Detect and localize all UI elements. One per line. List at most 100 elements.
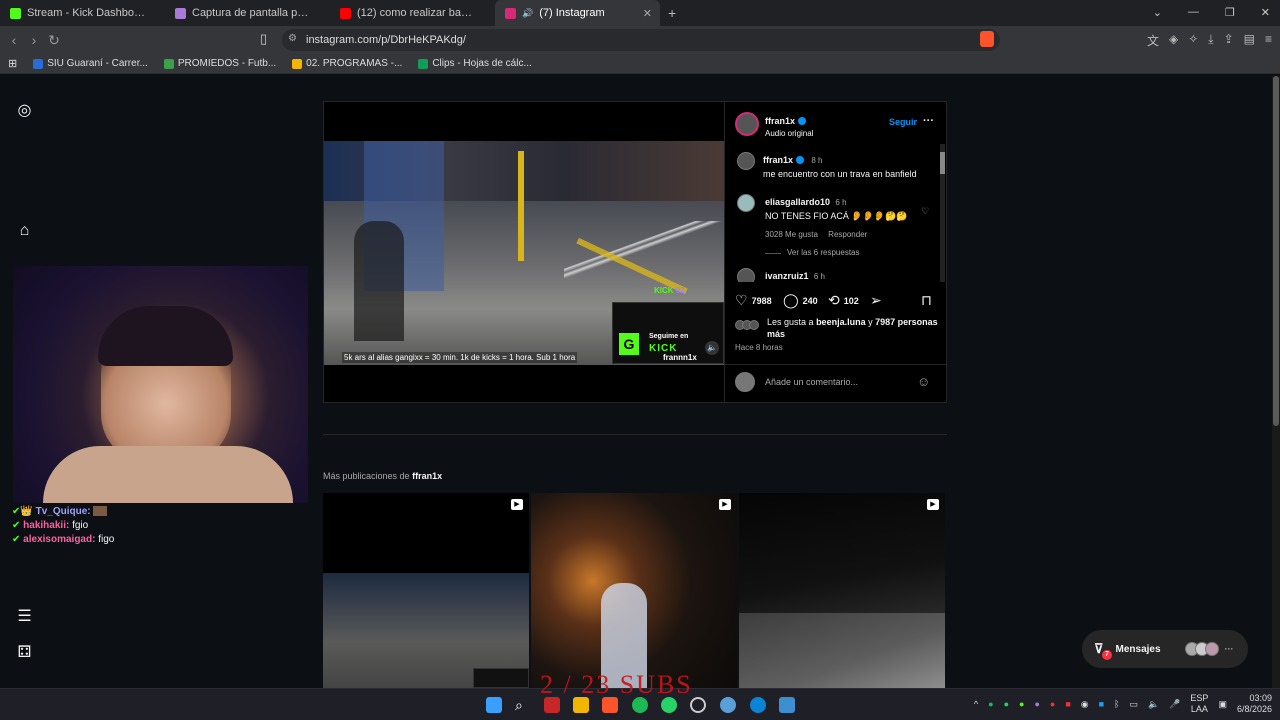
- wallet-icon[interactable]: ◈: [1169, 32, 1178, 49]
- post-thumbnail[interactable]: ▶: [739, 493, 945, 688]
- bookmark-page-icon[interactable]: ▯: [260, 31, 267, 47]
- close-window-button[interactable]: ✕: [1261, 6, 1270, 19]
- windows-start-icon[interactable]: [486, 697, 502, 713]
- menu-icon[interactable]: ≡: [1265, 32, 1272, 49]
- volume-icon[interactable]: 🔈: [705, 341, 719, 355]
- tray-lightshot-icon[interactable]: ●: [1034, 699, 1039, 709]
- page-scrollbar-thumb[interactable]: [1273, 76, 1279, 426]
- back-icon[interactable]: ‹: [4, 32, 24, 48]
- extensions-icon[interactable]: ✧: [1188, 32, 1198, 49]
- maximize-button[interactable]: ❐: [1225, 6, 1235, 19]
- comment-username[interactable]: ivanzruiz1: [765, 271, 809, 281]
- bookmark-siu[interactable]: SIU Guaraní - Carrer...: [33, 58, 148, 69]
- liked-by-user[interactable]: beenja.luna: [816, 317, 866, 327]
- bookmark-label: SIU Guaraní - Carrer...: [47, 58, 148, 69]
- meta-apps-icon[interactable]: ⚃: [16, 644, 33, 661]
- view-replies-button[interactable]: Ver las 6 respuestas: [765, 248, 935, 257]
- tab-kick-dashboard[interactable]: Stream - Kick Dashboard: [0, 0, 165, 26]
- more-posts-user[interactable]: ffran1x: [412, 471, 442, 481]
- tray-whatsapp-icon[interactable]: ●: [1004, 699, 1009, 709]
- page-scrollbar[interactable]: [1272, 76, 1280, 688]
- comment-like-icon[interactable]: ♡: [921, 206, 929, 217]
- emoji-icon[interactable]: ☺: [917, 374, 930, 389]
- network-icon[interactable]: ▭: [1129, 699, 1138, 710]
- download-icon[interactable]: ⤓: [1208, 32, 1213, 49]
- tab-youtube[interactable]: (12) como realizar base para figura e: [330, 0, 495, 26]
- search-icon[interactable]: ⌕: [515, 697, 531, 713]
- author-avatar[interactable]: [735, 112, 759, 136]
- translate-icon[interactable]: 文: [1147, 32, 1159, 49]
- bookmark-clips[interactable]: Clips - Hojas de cálc...: [418, 58, 532, 69]
- tray-kick-icon[interactable]: ●: [1019, 699, 1024, 709]
- tray-app-icon[interactable]: ■: [1065, 699, 1070, 709]
- clock[interactable]: 03:09 6/8/2026: [1237, 693, 1272, 715]
- caption-avatar[interactable]: [737, 152, 755, 170]
- post-thumbnail[interactable]: ▶: [531, 493, 737, 688]
- reel-icon: ▶: [511, 499, 523, 510]
- post-thumbnail[interactable]: ▶: [323, 493, 529, 688]
- minimize-button[interactable]: —: [1188, 6, 1199, 19]
- instagram-logo-icon[interactable]: ◎: [16, 102, 33, 119]
- new-tab-button[interactable]: +: [660, 5, 684, 21]
- bookmark-promiedos[interactable]: PROMIEDOS - Futb...: [163, 58, 276, 69]
- thumbnail-road: [739, 613, 945, 688]
- kick-badge-num: 02: [675, 286, 685, 295]
- follow-button[interactable]: Seguir: [889, 117, 917, 127]
- share-icon[interactable]: ⇪: [1224, 32, 1234, 49]
- tray-app-icon[interactable]: ■: [1099, 699, 1104, 709]
- reel-video[interactable]: KICK 02 5k ars al alias gangixx = 30 min…: [324, 102, 724, 402]
- speaker-icon[interactable]: 🔊: [522, 8, 533, 19]
- sidebar-toggle-icon[interactable]: ▤: [1244, 32, 1255, 49]
- volume-icon[interactable]: 🔈: [1148, 699, 1159, 710]
- comment-avatar[interactable]: [737, 194, 755, 212]
- messages-button[interactable]: ⊽ 7 Mensajes ···: [1082, 630, 1248, 668]
- save-button[interactable]: ⊓: [921, 292, 932, 309]
- close-tab-icon[interactable]: ✕: [643, 7, 652, 20]
- comment-icon: ◯: [783, 292, 799, 308]
- share-button[interactable]: ➢: [870, 292, 882, 309]
- chat-message: ✔ hakihakii: fgio: [12, 520, 272, 531]
- like-button[interactable]: ♡ 7988: [735, 292, 772, 309]
- author-username[interactable]: ffran1x: [765, 116, 795, 126]
- tab-search-icon[interactable]: ⌄: [1153, 6, 1162, 19]
- microphone-icon[interactable]: 🎤: [1169, 699, 1180, 710]
- app-icon[interactable]: [720, 697, 736, 713]
- comment-username[interactable]: eliasgallardo10: [765, 197, 830, 207]
- app-icon[interactable]: [779, 697, 795, 713]
- brave-shields-icon[interactable]: [980, 31, 994, 47]
- caption-username[interactable]: ffran1x: [763, 155, 793, 165]
- home-icon[interactable]: ⌂: [16, 222, 33, 239]
- scrollbar-thumb[interactable]: [940, 152, 945, 174]
- bluetooth-icon[interactable]: ᛒ: [1114, 699, 1119, 709]
- comments-scrollbar[interactable]: [940, 144, 945, 282]
- language-indicator[interactable]: ESP LAA: [1190, 693, 1208, 715]
- reload-icon[interactable]: ↻: [44, 32, 64, 49]
- lang-line1: ESP: [1190, 693, 1209, 703]
- site-info-icon[interactable]: ⚙: [288, 33, 297, 44]
- tray-app-icon[interactable]: ●: [1050, 699, 1055, 709]
- tray-spotify-icon[interactable]: ●: [988, 699, 993, 709]
- drive-icon: [292, 58, 303, 69]
- edge-icon[interactable]: [750, 697, 766, 713]
- comment-avatar[interactable]: [737, 268, 755, 282]
- bookmark-programas[interactable]: 02. PROGRAMAS -...: [292, 58, 402, 69]
- tab-instagram[interactable]: 🔊 (7) Instagram ✕: [495, 0, 660, 26]
- comment-input[interactable]: Añade un comentario...: [765, 377, 858, 387]
- tray-discord-icon[interactable]: ◉: [1081, 699, 1089, 710]
- comment-button[interactable]: ◯ 240: [783, 292, 818, 309]
- liked-by-text: Les gusta a beenja.luna y 7987 personas …: [767, 316, 939, 340]
- repost-button[interactable]: ⟲ 102: [828, 292, 859, 309]
- reply-button[interactable]: Responder: [828, 230, 867, 239]
- forward-icon[interactable]: ›: [24, 32, 44, 48]
- reply-line: [765, 253, 781, 254]
- audio-label[interactable]: Audio original: [765, 129, 813, 138]
- url-field[interactable]: ⚙ instagram.com/p/DbrHeKPAKdg/: [282, 29, 1000, 51]
- tray-expand-icon[interactable]: ^: [974, 699, 978, 709]
- more-options-icon[interactable]: ···: [923, 115, 934, 127]
- tab-lightshot[interactable]: Captura de pantalla por Lightshot: [165, 0, 330, 26]
- apps-grid-icon[interactable]: ⊞: [8, 57, 17, 70]
- more-menu-icon[interactable]: ☰: [16, 608, 33, 625]
- liked-by-avatars: [735, 320, 759, 330]
- avatar: [749, 320, 759, 330]
- network-status-icon[interactable]: ▣: [1218, 699, 1227, 710]
